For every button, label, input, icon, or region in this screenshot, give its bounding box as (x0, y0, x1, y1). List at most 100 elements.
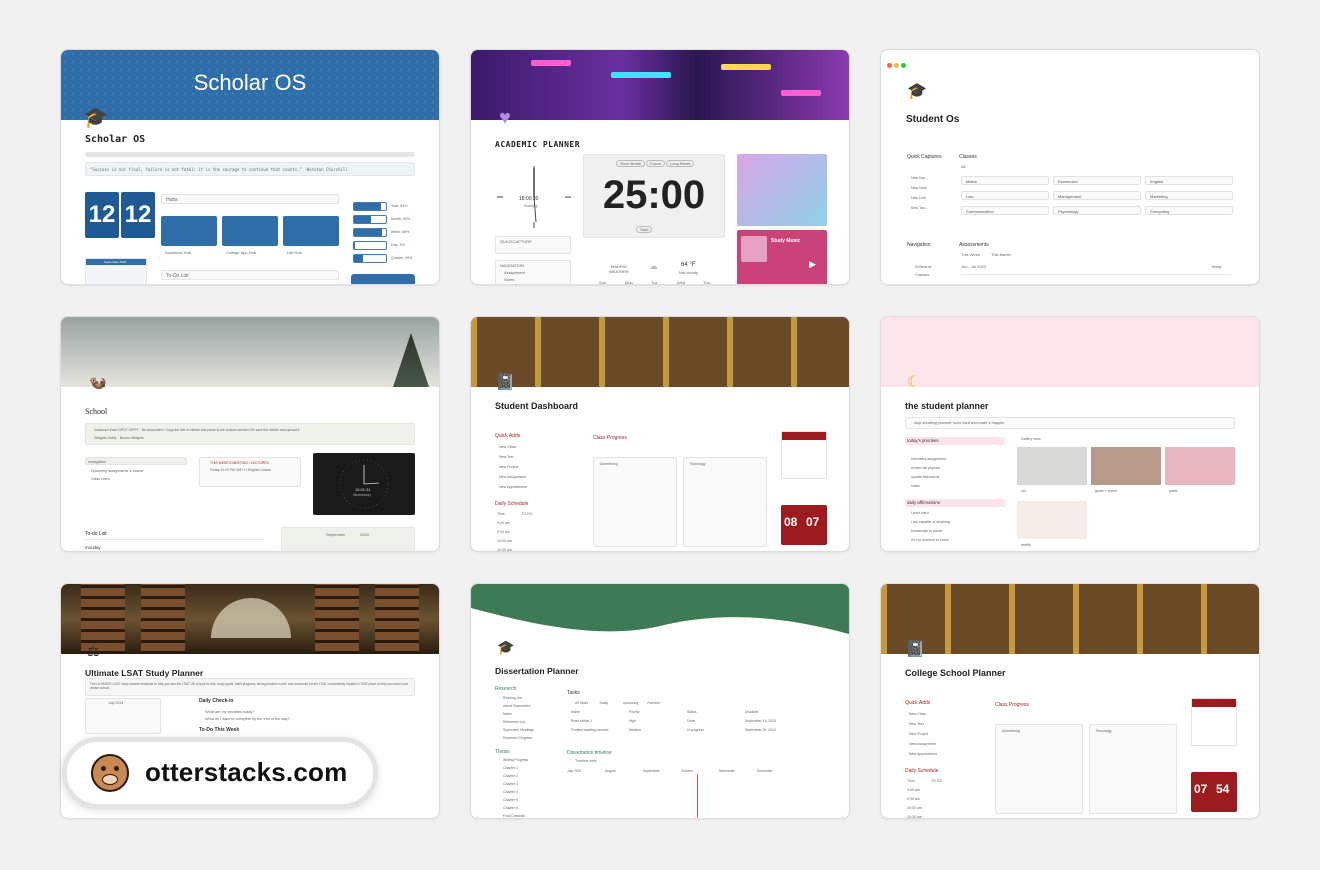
template-card-college-planner[interactable]: 📓 College School Planner Quick Adds Clas… (880, 583, 1260, 819)
quick-add-item[interactable]: New Test (909, 722, 924, 726)
timer-start-button[interactable]: Start (636, 226, 653, 233)
hub-button-life[interactable] (283, 216, 339, 246)
hub-button-college[interactable] (222, 216, 278, 246)
tab-focus[interactable]: Focus (646, 160, 665, 167)
task-tab[interactable]: Overdue (647, 701, 660, 705)
tab-all[interactable]: All (961, 164, 965, 169)
thesis-item[interactable]: Chapter 5 (503, 798, 518, 802)
class-tag[interactable]: Psychology (1053, 206, 1141, 215)
quick-add-item[interactable]: New Project (499, 465, 518, 469)
gallery-view-label[interactable]: Gallery view (1021, 437, 1041, 441)
class-tag[interactable]: English (1145, 176, 1233, 185)
research-item[interactable]: Article Summaries (503, 704, 531, 708)
thesis-item[interactable]: Chapter 6 (503, 806, 518, 810)
research-item[interactable]: Notes (503, 712, 512, 716)
affirmation-item: it's my moment to shine (911, 538, 949, 542)
class-tag[interactable]: Communication (961, 206, 1049, 215)
nav-item-upcoming[interactable]: Upcoming assignments & exams (91, 469, 143, 473)
template-card-student-os[interactable]: 🎓 Student Os Quick Captures Classes All … (880, 49, 1260, 285)
tab-this-month[interactable]: This Month (991, 252, 1011, 257)
research-item[interactable]: Reference List (503, 720, 525, 724)
nav-item-classes[interactable]: Classes (915, 272, 929, 277)
template-card-school[interactable]: 🦦 School Assessed Scan GPDT GIPPY : Be A… (60, 316, 440, 552)
class-tag[interactable]: Marketing (1145, 191, 1233, 200)
template-card-scholar-os[interactable]: Scholar OS 🎓 Scholar OS "Success is not … (60, 49, 440, 285)
gallery-card-goals[interactable] (1091, 447, 1161, 485)
today-button[interactable]: Today (1211, 264, 1222, 269)
mini-calendar[interactable]: July 2024 (85, 698, 161, 734)
template-card-student-dashboard[interactable]: 📓 Student Dashboard Quick Adds Class Pro… (470, 316, 850, 552)
quick-add-item[interactable]: New Assignment (909, 742, 936, 746)
task-tab[interactable]: Upcoming (623, 701, 638, 705)
priority-item[interactable]: chemistry assignment (911, 457, 946, 461)
template-card-academic-planner[interactable]: ♥ ACADEMIC PLANNER 18:00:30 Sunday Short… (470, 49, 850, 285)
nav-item-assignment[interactable]: Assignment (504, 270, 525, 275)
capture-item[interactable]: New Unit (911, 196, 926, 200)
priority-item[interactable]: update flashcards (911, 475, 939, 479)
quick-add-item[interactable]: New Class (499, 445, 516, 449)
quick-add-item[interactable]: New Test (499, 455, 514, 459)
nav-item-notes[interactable]: Notes (504, 277, 514, 282)
priority-item[interactable]: notes (911, 484, 920, 488)
thesis-item[interactable]: Chapter 4 (503, 790, 518, 794)
classes-label: Classes (959, 154, 977, 160)
capture-item[interactable]: New Note (911, 186, 927, 190)
mini-calendar[interactable] (781, 431, 827, 479)
tab-this-week[interactable]: This Week (961, 252, 980, 257)
music-player[interactable]: Study Music ▶ (737, 230, 827, 284)
progress-bar (353, 241, 387, 250)
class-card-sociology[interactable]: Sociology (1089, 724, 1177, 814)
quick-add-item[interactable]: New Appointment (499, 485, 527, 489)
tab-long-break[interactable]: Long Break (666, 160, 695, 167)
class-card-advertising[interactable]: Advertising (593, 457, 677, 547)
mini-calendar[interactable] (1191, 698, 1237, 746)
class-card-advertising[interactable]: Advertising (995, 724, 1083, 814)
hub-button-academic[interactable] (161, 216, 217, 246)
thesis-item[interactable]: Chapter 2 (503, 774, 518, 778)
thesis-item[interactable]: Chapter 1 (503, 766, 518, 770)
task-tab[interactable]: Today (599, 701, 608, 705)
graduation-cap-icon: 🎓 (497, 639, 515, 655)
research-item[interactable]: Supervisor Meetings (503, 728, 534, 732)
priority-item[interactable]: review lab physics (911, 466, 940, 470)
timeline-view-tab[interactable]: Timeline view (575, 759, 597, 763)
quick-capture[interactable]: QUICKCAPTURE (495, 236, 571, 254)
otter-logo-icon (91, 754, 129, 792)
thesis-item[interactable]: Chapter 3 (503, 782, 518, 786)
class-tag[interactable]: Maths (961, 176, 1049, 185)
class-card-sociology[interactable]: Sociology (683, 457, 767, 547)
progress-bar (353, 254, 387, 263)
class-tag[interactable]: Computing (1145, 206, 1233, 215)
thesis-item[interactable]: Final Checklist (503, 814, 525, 818)
template-card-dissertation-planner[interactable]: 🎓 Dissertation Planner Research Thesis T… (470, 583, 850, 819)
tasks-label: Tasks (567, 690, 580, 696)
mini-calendar[interactable]: September 2024 (85, 258, 147, 284)
timeline-month: July 2024 (567, 769, 582, 773)
quick-add-item[interactable]: New Appointment (909, 752, 937, 756)
play-icon[interactable]: ▶ (809, 260, 816, 269)
template-card-student-planner[interactable]: ☾ the student planner stop doubting your… (880, 316, 1260, 552)
capture-item[interactable]: New Tas... (911, 206, 928, 210)
nav-item-schedule[interactable]: Schedule (915, 264, 932, 269)
task-tab[interactable]: All Tasks (575, 701, 588, 705)
task-cell-name: Finalise meeting minutes (571, 728, 609, 732)
quick-add-item[interactable]: New Class (909, 712, 926, 716)
research-item[interactable]: Reading List (503, 696, 522, 700)
quick-add-item[interactable]: New Assignment (499, 475, 526, 479)
gallery-card-health[interactable] (1017, 501, 1087, 539)
research-item[interactable]: Research Progress (503, 736, 532, 740)
class-tag[interactable]: Law (961, 191, 1049, 200)
weekly-meeting-card[interactable]: THIS WEEK'S MEETING / LECTURES Friday 10… (199, 457, 301, 487)
weather-day: Tue (651, 280, 658, 285)
class-tag[interactable]: Management (1053, 191, 1141, 200)
nav-item-class-notes[interactable]: Class notes (91, 477, 110, 481)
tab-short-break[interactable]: Short Break (616, 160, 646, 167)
capture-item[interactable]: New Not... (911, 176, 928, 180)
audio-player[interactable] (85, 152, 415, 157)
gallery-card-pilate[interactable] (1165, 447, 1235, 485)
thesis-item[interactable]: Writing Progress (503, 758, 528, 762)
class-tag[interactable]: Economics (1053, 176, 1141, 185)
gallery-card-run[interactable] (1017, 447, 1087, 485)
quick-add-item[interactable]: New Project (909, 732, 928, 736)
calendar-widget[interactable]: September 2024 (281, 527, 415, 551)
